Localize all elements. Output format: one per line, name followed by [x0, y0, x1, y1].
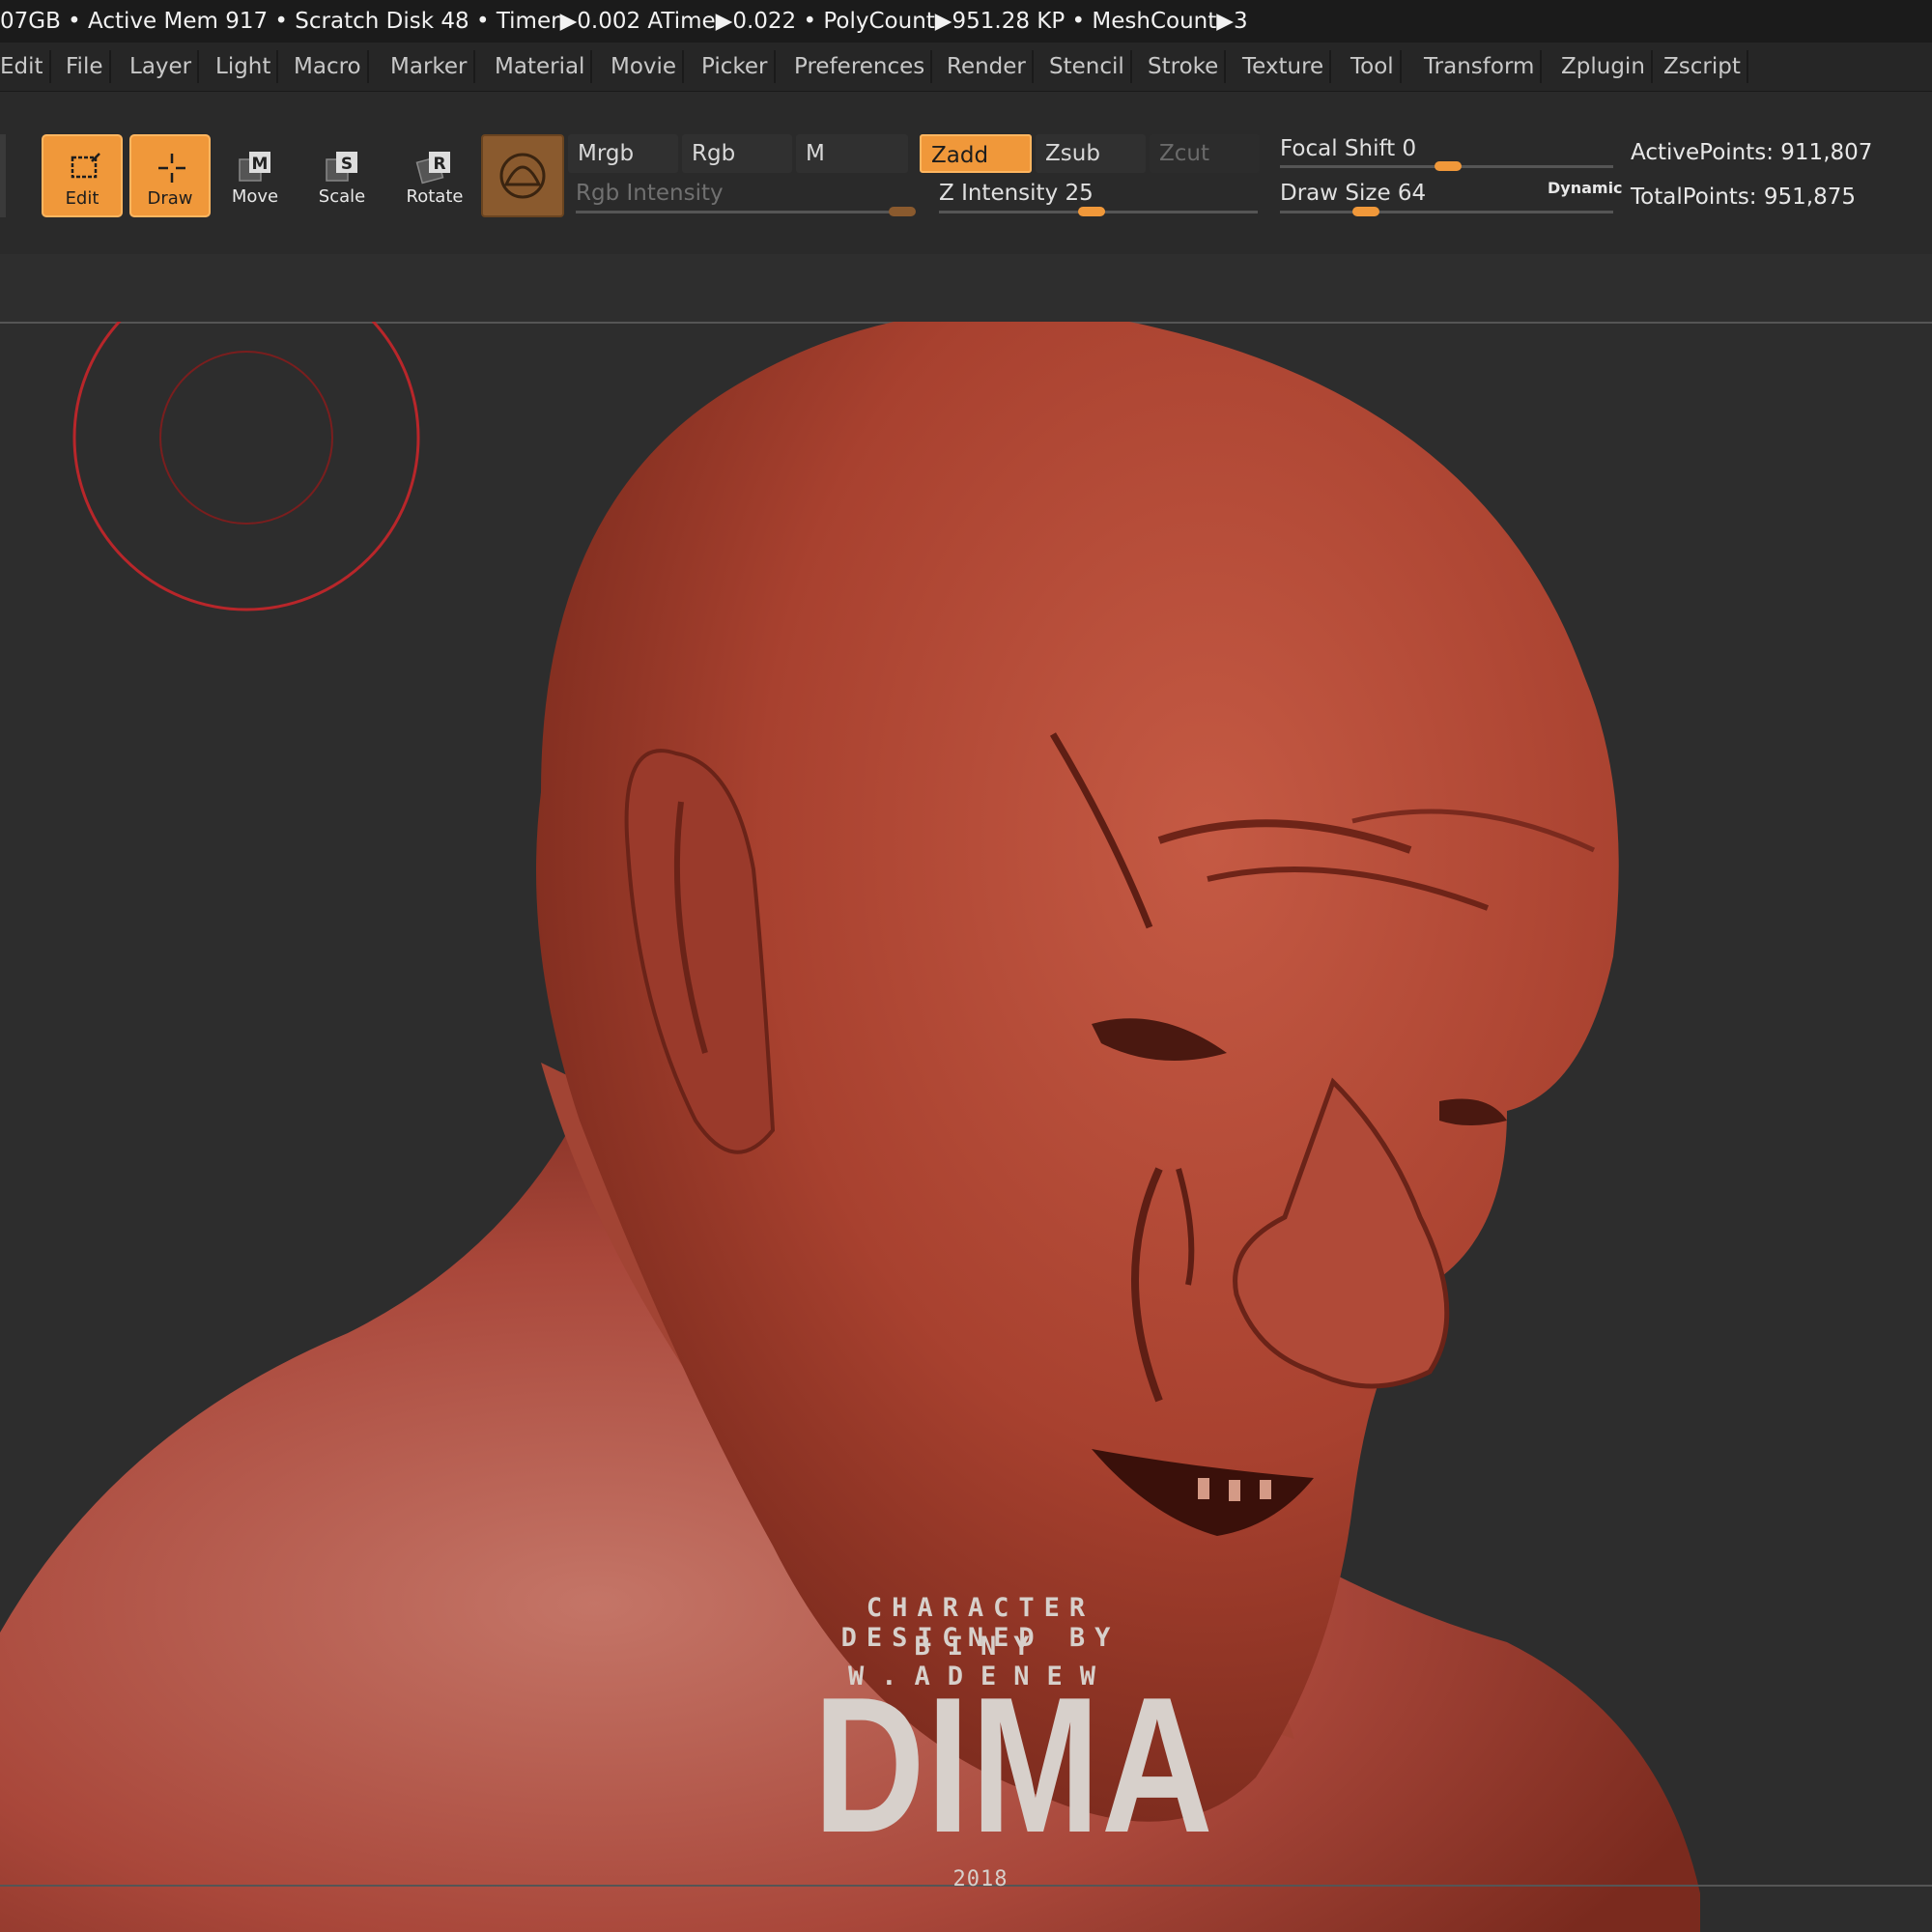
svg-text:R: R	[433, 155, 445, 174]
focal-shift-value: 0	[1402, 136, 1417, 161]
menu-bar: Edit File Layer Light Macro Marker Mater…	[0, 43, 1932, 92]
menu-texture[interactable]: Texture	[1236, 50, 1332, 83]
edit-icon	[71, 153, 100, 179]
rgb-button[interactable]: Rgb	[682, 134, 792, 173]
shelf-spacer	[0, 254, 1932, 322]
credit-year: 2018	[952, 1867, 1009, 1891]
zcut-button[interactable]: Zcut	[1150, 134, 1260, 173]
menu-render[interactable]: Render	[941, 50, 1034, 83]
draw-button[interactable]: Draw	[129, 134, 211, 217]
status-bar: 07GB • Active Mem 917 • Scratch Disk 48 …	[0, 0, 1932, 43]
move-label: Move	[231, 186, 279, 207]
z-intensity-control: Z Intensity 25	[939, 181, 1094, 206]
scale-icon: S	[326, 152, 357, 182]
draw-label: Draw	[147, 188, 193, 209]
draw-size-knob[interactable]	[1352, 207, 1379, 216]
menu-picker[interactable]: Picker	[696, 50, 776, 83]
total-points-readout: TotalPoints: 951,875	[1631, 185, 1856, 210]
menu-layer[interactable]: Layer	[124, 50, 200, 83]
mrgb-button[interactable]: Mrgb	[568, 134, 678, 173]
menu-stroke[interactable]: Stroke	[1142, 50, 1227, 83]
tooth-2	[1229, 1480, 1240, 1501]
tooth-1	[1198, 1478, 1209, 1499]
edit-button[interactable]: Edit	[42, 134, 123, 217]
scale-label: Scale	[318, 186, 366, 207]
menu-tool[interactable]: Tool	[1345, 50, 1402, 83]
material-button[interactable]	[481, 134, 564, 217]
menu-zplugin[interactable]: Zplugin	[1555, 50, 1653, 83]
brush-outer-cursor	[72, 322, 420, 611]
material-sphere-icon	[499, 153, 546, 199]
top-shelf: Edit Draw M Move S Scale R Rotate Mrgb R…	[0, 92, 1932, 256]
rotate-button[interactable]: R Rotate	[394, 134, 475, 217]
rotate-icon: R	[415, 152, 450, 185]
menu-macro[interactable]: Macro	[288, 50, 369, 83]
move-icon: M	[239, 152, 270, 182]
credit-title: DIMA	[813, 1658, 1215, 1873]
focal-shift-knob[interactable]	[1435, 161, 1462, 171]
document-canvas[interactable]: CHARACTER DESIGNED BY BINY W.ADENEW DIMA…	[0, 322, 1932, 1932]
rgb-intensity-track[interactable]	[576, 211, 914, 213]
svg-text:S: S	[341, 155, 353, 174]
active-points-readout: ActivePoints: 911,807	[1631, 140, 1873, 165]
menu-material[interactable]: Material	[489, 50, 593, 83]
scale-button[interactable]: S Scale	[301, 134, 383, 217]
edit-label: Edit	[65, 188, 99, 209]
menu-edit[interactable]: Edit	[0, 50, 51, 83]
dynamic-toggle[interactable]: Dynamic	[1548, 179, 1623, 197]
draw-size-value: 64	[1397, 181, 1427, 206]
menu-movie[interactable]: Movie	[605, 50, 685, 83]
shelf-edge	[0, 134, 6, 217]
move-button[interactable]: M Move	[214, 134, 296, 217]
rotate-label: Rotate	[406, 186, 464, 207]
tooth-3	[1260, 1480, 1271, 1499]
menu-marker[interactable]: Marker	[384, 50, 475, 83]
draw-size-label: Draw Size	[1280, 181, 1391, 206]
focal-shift-control: Focal Shift 0	[1280, 136, 1416, 161]
rgb-intensity-knob[interactable]	[889, 207, 916, 216]
menu-light[interactable]: Light	[210, 50, 279, 83]
draw-icon	[158, 154, 185, 183]
zadd-button[interactable]: Zadd	[920, 134, 1032, 173]
z-intensity-label: Z Intensity	[939, 181, 1059, 206]
rgb-intensity-label: Rgb Intensity	[576, 181, 724, 206]
menu-zscript[interactable]: Zscript	[1658, 50, 1748, 83]
draw-size-control: Draw Size 64	[1280, 181, 1426, 206]
status-text: 07GB • Active Mem 917 • Scratch Disk 48 …	[0, 9, 1248, 34]
focal-shift-label: Focal Shift	[1280, 136, 1396, 161]
menu-transform[interactable]: Transform	[1418, 50, 1543, 83]
menu-file[interactable]: File	[60, 50, 111, 83]
svg-text:M: M	[252, 155, 269, 174]
menu-preferences[interactable]: Preferences	[788, 50, 933, 83]
z-intensity-knob[interactable]	[1078, 207, 1105, 216]
menu-stencil[interactable]: Stencil	[1043, 50, 1132, 83]
brush-inner-cursor	[159, 351, 333, 525]
z-intensity-value: 25	[1065, 181, 1094, 206]
zsub-button[interactable]: Zsub	[1036, 134, 1146, 173]
draw-size-track[interactable]	[1280, 211, 1613, 213]
m-button[interactable]: M	[796, 134, 908, 173]
